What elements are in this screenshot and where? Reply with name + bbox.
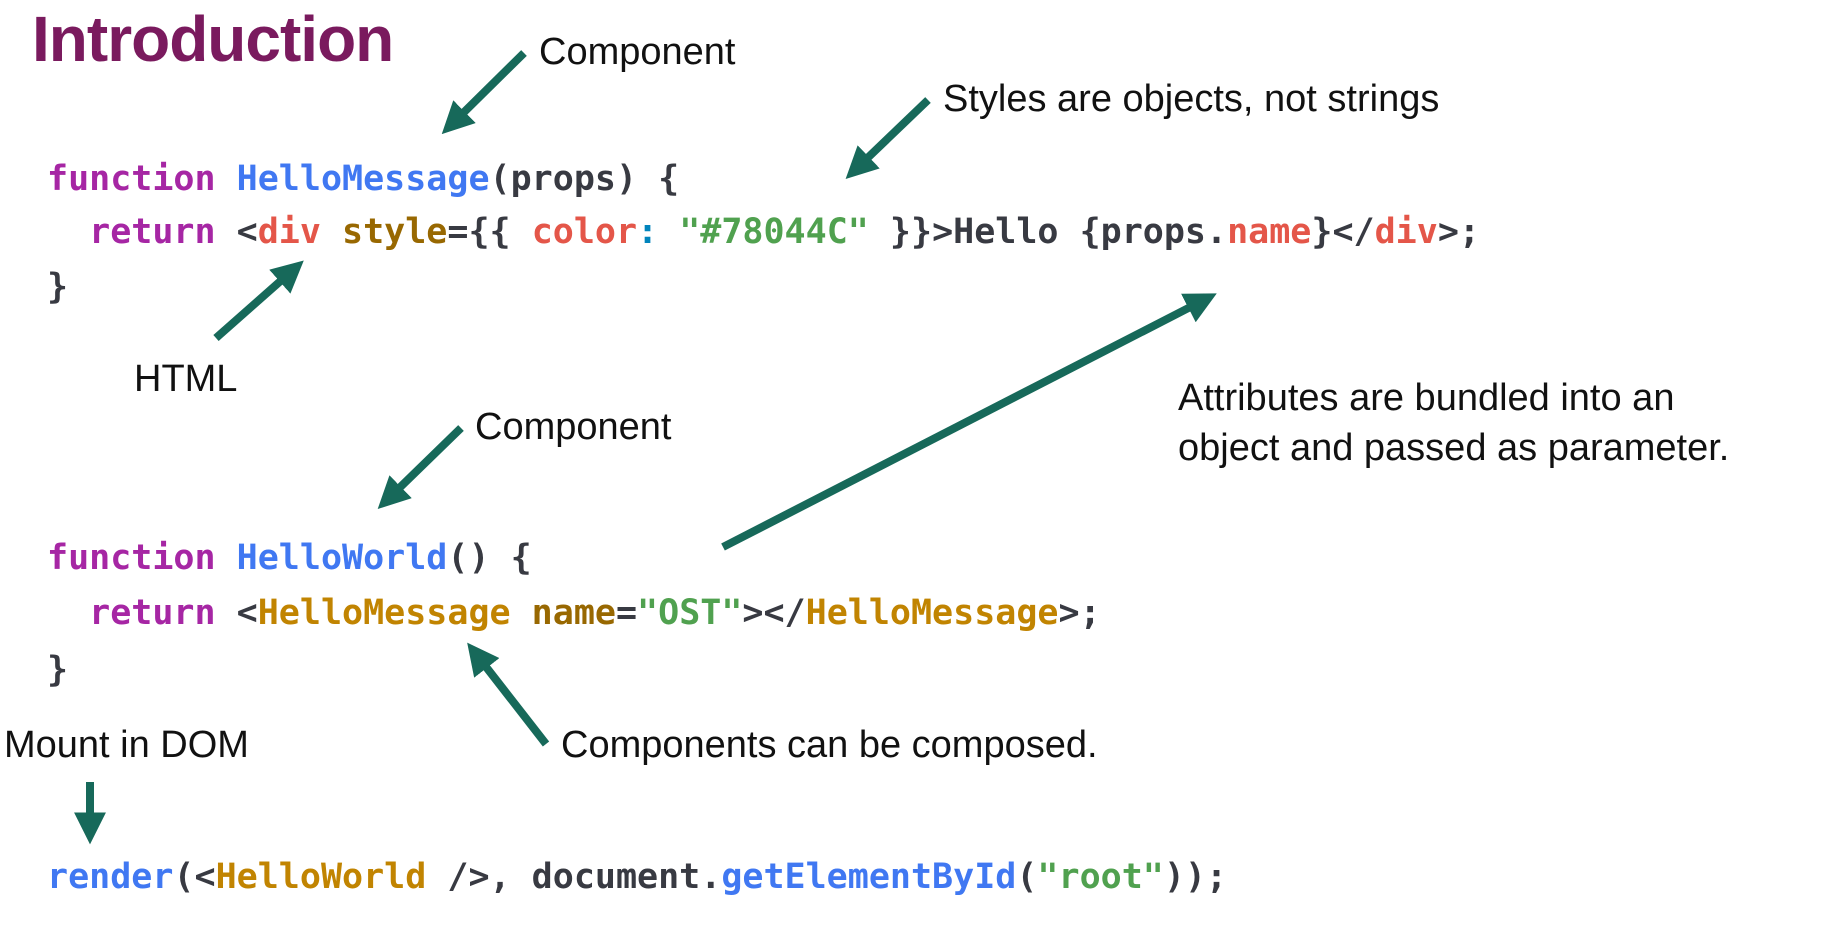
arrows [74,50,1217,845]
arrow-attributes [721,293,1217,551]
arrow-composed [467,642,550,747]
arrow-html [213,260,304,341]
arrow-component-1 [441,50,527,135]
arrow-component-2 [377,425,464,510]
arrow-styles [845,97,931,179]
